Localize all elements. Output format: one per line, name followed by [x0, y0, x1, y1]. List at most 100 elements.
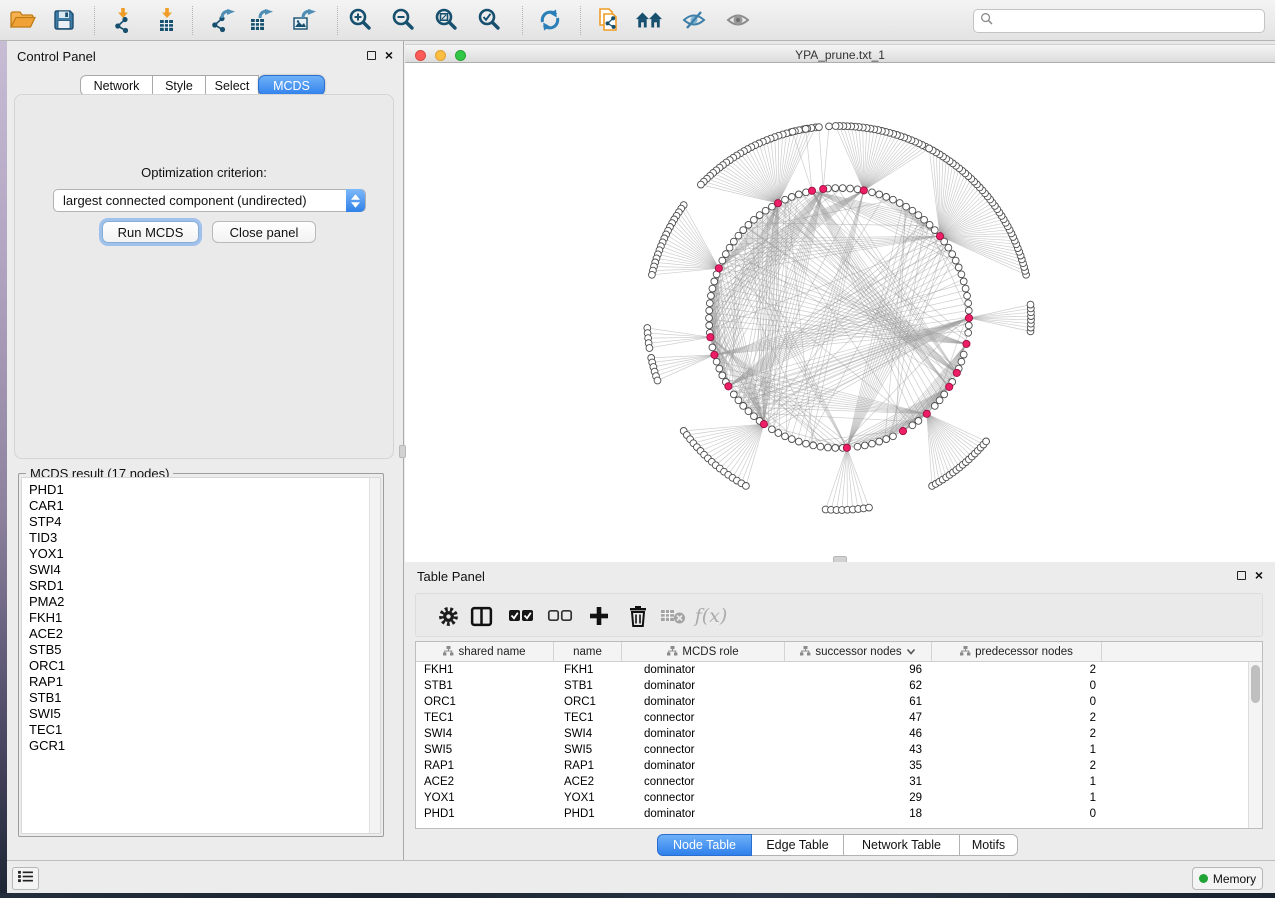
graph-node[interactable]: [735, 397, 742, 404]
graph-node[interactable]: [866, 504, 873, 511]
run-mcds-button[interactable]: Run MCDS: [102, 221, 199, 243]
tab-motifs[interactable]: Motifs: [960, 834, 1018, 856]
column-header-shared-name[interactable]: shared name: [416, 642, 554, 662]
graph-node[interactable]: [713, 358, 720, 365]
mcds-graph-node[interactable]: [860, 187, 867, 194]
graph-node[interactable]: [730, 238, 737, 245]
table-cell[interactable]: dominator: [622, 726, 785, 742]
graph-node[interactable]: [730, 391, 737, 398]
mcds-result-item[interactable]: SWI5: [22, 706, 380, 722]
graph-node[interactable]: [931, 227, 938, 234]
table-row[interactable]: ORC1ORC1dominator610: [416, 694, 1262, 710]
table-cell[interactable]: 2: [932, 758, 1102, 774]
open-file-icon[interactable]: [8, 7, 36, 33]
tab-mcds[interactable]: MCDS: [258, 75, 325, 96]
graph-node[interactable]: [751, 413, 758, 420]
mcds-result-item[interactable]: SRD1: [22, 578, 380, 594]
graph-node[interactable]: [782, 196, 789, 203]
table-cell[interactable]: 0: [932, 806, 1102, 822]
graph-node[interactable]: [646, 345, 653, 352]
table-scrollbar[interactable]: [1248, 662, 1262, 828]
mcds-result-item[interactable]: PMA2: [22, 594, 380, 610]
graph-node[interactable]: [876, 438, 883, 445]
graph-node[interactable]: [719, 372, 726, 379]
table-row[interactable]: STB1STB1dominator620: [416, 678, 1262, 694]
graph-node[interactable]: [909, 207, 916, 214]
graph-node[interactable]: [915, 418, 922, 425]
graph-node[interactable]: [788, 194, 795, 201]
table-cell[interactable]: 18: [785, 806, 932, 822]
graph-node[interactable]: [983, 438, 990, 445]
zoom-fit-icon[interactable]: [432, 7, 460, 33]
mcds-graph-node[interactable]: [843, 444, 850, 451]
mcds-result-item[interactable]: FKH1: [22, 610, 380, 626]
table-cell[interactable]: SWI4: [554, 726, 622, 742]
graph-node[interactable]: [740, 403, 747, 410]
graph-node[interactable]: [952, 257, 959, 264]
control-panel-close-icon[interactable]: ×: [385, 50, 393, 60]
table-row[interactable]: FKH1FKH1dominator962: [416, 662, 1262, 678]
mcds-result-item[interactable]: TID3: [22, 530, 380, 546]
tab-node-table[interactable]: Node Table: [657, 834, 752, 856]
table-cell[interactable]: RAP1: [554, 758, 622, 774]
memory-button[interactable]: Memory: [1192, 867, 1263, 890]
mcds-result-item[interactable]: STP4: [22, 514, 380, 530]
table-cell[interactable]: ORC1: [554, 694, 622, 710]
graph-node[interactable]: [751, 216, 758, 223]
graph-node[interactable]: [936, 397, 943, 404]
table-cell[interactable]: ACE2: [416, 774, 554, 790]
graph-node[interactable]: [926, 221, 933, 228]
table-cell[interactable]: dominator: [622, 758, 785, 774]
show-all-icon[interactable]: [724, 7, 752, 33]
mcds-result-item[interactable]: STB1: [22, 690, 380, 706]
table-cell[interactable]: TEC1: [416, 710, 554, 726]
graph-node[interactable]: [955, 264, 962, 271]
column-header-name[interactable]: name: [554, 642, 622, 662]
table-cell[interactable]: connector: [622, 742, 785, 758]
table-cell[interactable]: SWI5: [554, 742, 622, 758]
graph-node[interactable]: [706, 315, 713, 322]
mcds-graph-node[interactable]: [953, 369, 960, 376]
graph-node[interactable]: [945, 244, 952, 251]
graph-node[interactable]: [782, 433, 789, 440]
table-cell[interactable]: STB1: [416, 678, 554, 694]
control-panel-float-icon[interactable]: [367, 51, 376, 60]
graph-node[interactable]: [719, 257, 726, 264]
graph-node[interactable]: [960, 278, 967, 285]
tab-select[interactable]: Select: [205, 75, 259, 96]
graph-node[interactable]: [762, 207, 769, 214]
graph-node[interactable]: [756, 212, 763, 219]
graph-node[interactable]: [965, 322, 972, 329]
graph-node[interactable]: [941, 391, 948, 398]
graph-node[interactable]: [903, 203, 910, 210]
close-panel-button[interactable]: Close panel: [212, 221, 316, 243]
graph-node[interactable]: [788, 436, 795, 443]
table-cell[interactable]: PHD1: [416, 806, 554, 822]
graph-node[interactable]: [960, 351, 967, 358]
table-row[interactable]: SWI5SWI5connector431: [416, 742, 1262, 758]
tab-network-table[interactable]: Network Table: [844, 834, 960, 856]
graph-node[interactable]: [896, 200, 903, 207]
table-cell[interactable]: SWI5: [416, 742, 554, 758]
mcds-result-item[interactable]: STB5: [22, 642, 380, 658]
graph-node[interactable]: [706, 300, 713, 307]
table-cell[interactable]: 61: [785, 694, 932, 710]
save-session-icon[interactable]: [50, 7, 78, 33]
zoom-out-icon[interactable]: [389, 7, 417, 33]
graph-node[interactable]: [931, 403, 938, 410]
table-cell[interactable]: 2: [932, 726, 1102, 742]
graph-node[interactable]: [722, 251, 729, 258]
graph-node[interactable]: [890, 433, 897, 440]
graph-node[interactable]: [810, 442, 817, 449]
graph-node[interactable]: [711, 278, 718, 285]
import-network-icon[interactable]: [109, 7, 137, 33]
graph-node[interactable]: [965, 329, 972, 336]
graph-node[interactable]: [949, 251, 956, 258]
table-cell[interactable]: dominator: [622, 678, 785, 694]
graph-node[interactable]: [803, 440, 810, 447]
table-cell[interactable]: 29: [785, 790, 932, 806]
mcds-result-item[interactable]: ORC1: [22, 658, 380, 674]
graph-node[interactable]: [745, 221, 752, 228]
table-cell[interactable]: 43: [785, 742, 932, 758]
graph-node[interactable]: [926, 145, 933, 152]
